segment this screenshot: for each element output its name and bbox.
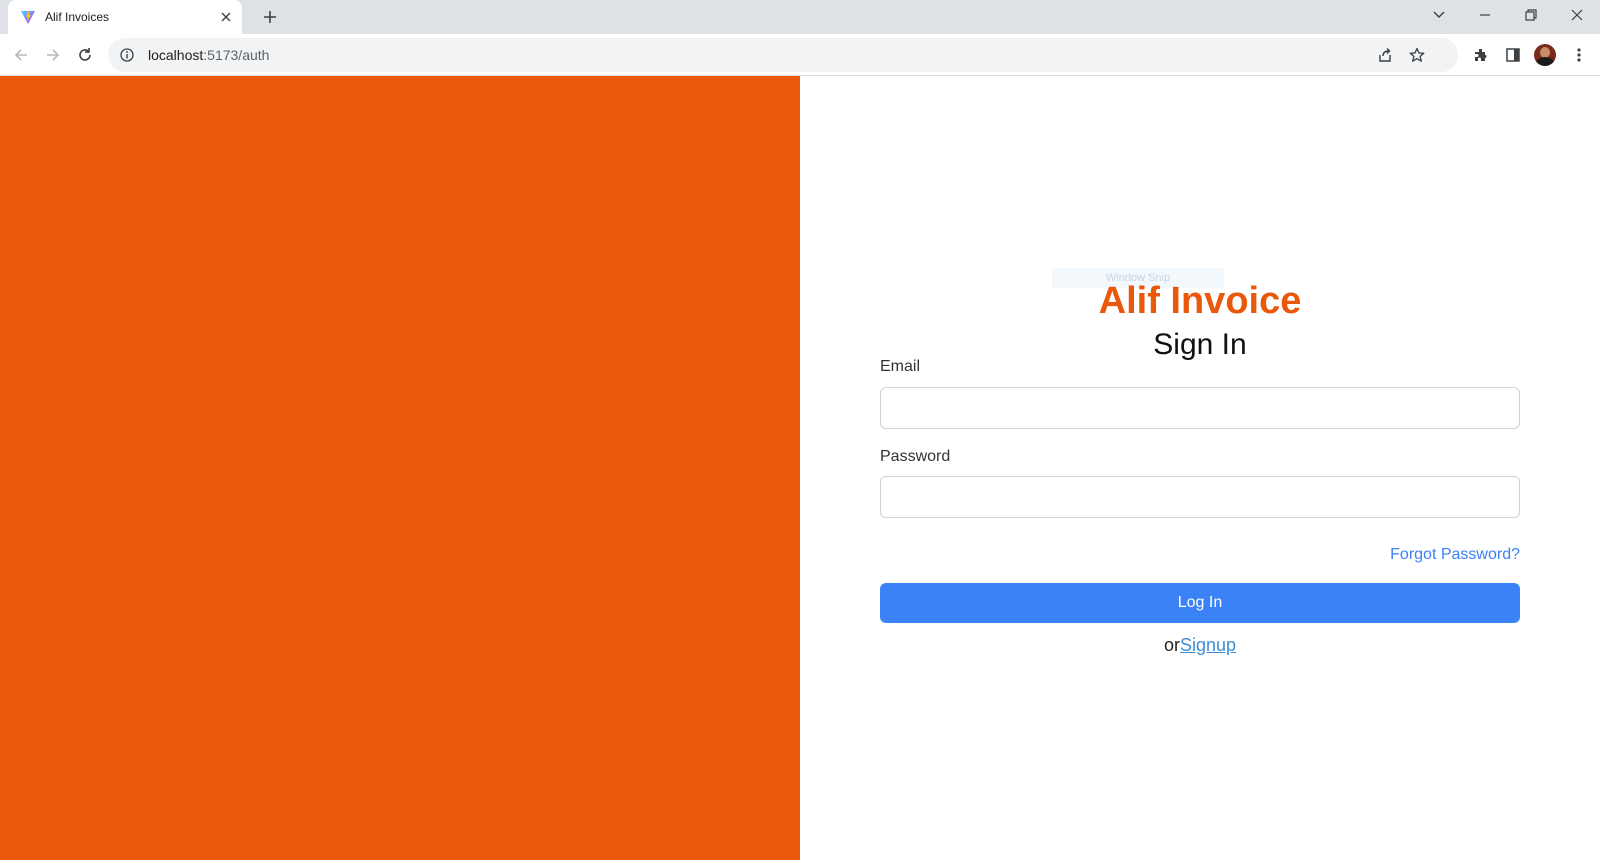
email-label: Email: [880, 358, 921, 375]
side-panel-icon[interactable]: [1500, 42, 1526, 68]
menu-kebab-icon[interactable]: [1566, 42, 1592, 68]
restore-icon[interactable]: [1508, 0, 1554, 30]
auth-page: Window Snip Alif Invoice Sign In Email P…: [0, 76, 1600, 860]
forward-icon[interactable]: [40, 42, 66, 68]
address-bar[interactable]: localhost:5173/auth: [108, 38, 1458, 72]
close-window-icon[interactable]: [1554, 0, 1600, 30]
back-icon[interactable]: [8, 42, 34, 68]
bookmark-star-icon[interactable]: [1405, 43, 1429, 67]
tab-search-icon[interactable]: [1416, 0, 1462, 30]
signup-row: orSignup: [800, 635, 1600, 656]
sign-in-panel: Window Snip Alif Invoice Sign In Email P…: [800, 76, 1600, 860]
email-field[interactable]: [880, 387, 1520, 429]
signup-link[interactable]: Signup: [1180, 635, 1236, 655]
browser-tab[interactable]: Alif Invoices: [8, 0, 242, 34]
brand-title: Alif Invoice: [1098, 280, 1302, 322]
site-info-icon[interactable]: [118, 46, 136, 64]
login-button[interactable]: Log In: [880, 583, 1520, 623]
tab-close-icon[interactable]: [218, 9, 234, 25]
or-text: or: [1163, 635, 1180, 655]
extensions-icon[interactable]: [1468, 42, 1494, 68]
share-icon[interactable]: [1373, 43, 1397, 67]
brand-color-panel: [0, 76, 800, 860]
vite-logo-icon: [20, 9, 36, 25]
browser-toolbar: localhost:5173/auth: [0, 34, 1600, 76]
profile-avatar[interactable]: [1532, 42, 1558, 68]
reload-icon[interactable]: [72, 42, 98, 68]
tab-title: Alif Invoices: [45, 10, 110, 24]
minimize-icon[interactable]: [1462, 0, 1508, 30]
password-label: Password: [880, 448, 951, 465]
password-field[interactable]: [880, 476, 1520, 518]
forgot-password-link[interactable]: Forgot Password?: [1390, 546, 1520, 564]
browser-tabstrip: Alif Invoices: [0, 0, 1600, 34]
new-tab-button[interactable]: [258, 5, 282, 29]
url-text: localhost:5173/auth: [148, 47, 270, 63]
